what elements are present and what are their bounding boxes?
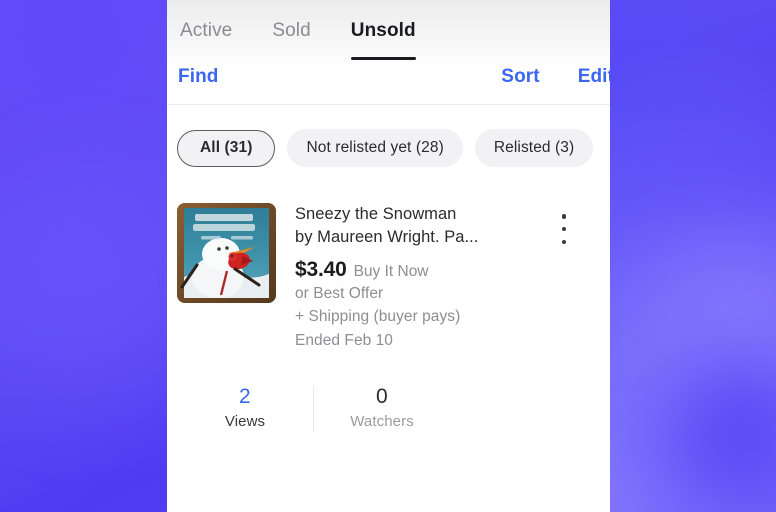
listing-stats-row: 2 Views 0 Watchers xyxy=(167,382,610,436)
filter-chip-all[interactable]: All (31) xyxy=(177,129,276,167)
action-bar-right: Sort Edit xyxy=(463,66,610,88)
kebab-dot-2 xyxy=(561,226,567,232)
stat-watchers[interactable]: 0 Watchers xyxy=(314,382,450,436)
listing-price: $3.40 xyxy=(295,257,347,281)
tab-unsold[interactable]: Unsold xyxy=(350,20,416,60)
listing-title-line-1: Sneezy the Snowman xyxy=(295,205,457,223)
kebab-menu-icon[interactable] xyxy=(553,214,575,244)
stat-watchers-label: Watchers xyxy=(350,413,414,431)
listing-thumbnail[interactable] xyxy=(177,203,276,303)
tab-active[interactable]: Active xyxy=(180,20,232,52)
tab-sold[interactable]: Sold xyxy=(272,20,310,52)
kebab-dot-3 xyxy=(561,239,567,244)
filter-chip-row: All (31) Not relisted yet (28) Relisted … xyxy=(167,105,610,191)
listing-action-bar: Find Sort Edit xyxy=(167,52,610,105)
stat-views-label: Views xyxy=(224,413,266,431)
filter-chip-relisted[interactable]: Relisted (3) xyxy=(474,129,594,167)
stat-views[interactable]: 2 Views xyxy=(177,382,313,436)
phone-screen-panel: Active Sold Unsold Find Sort Edit All (3… xyxy=(167,0,610,512)
stat-views-value: 2 xyxy=(239,385,251,409)
action-bar-left: Find xyxy=(178,66,219,88)
listing-item[interactable]: Sneezy the Snowman by Maureen Wright. Pa… xyxy=(167,191,610,352)
edit-button[interactable]: Edit xyxy=(578,66,610,88)
tab-unsold-label: Unsold xyxy=(350,20,416,41)
listing-title-line-2: by Maureen Wright. Pa... xyxy=(295,227,479,246)
book-cover-image xyxy=(177,203,276,303)
sort-button[interactable]: Sort xyxy=(501,66,539,88)
filter-chip-not-relisted[interactable]: Not relisted yet (28) xyxy=(287,129,463,167)
listing-title[interactable]: Sneezy the Snowman by Maureen Wright. Pa… xyxy=(295,203,558,249)
kebab-dot-1 xyxy=(561,214,567,219)
tab-active-label: Active xyxy=(180,20,233,41)
listings-tabbar: Active Sold Unsold xyxy=(167,0,610,60)
listing-format: Buy It Now xyxy=(353,262,429,280)
stat-watchers-value: 0 xyxy=(376,385,388,409)
listing-best-offer: or Best Offer xyxy=(295,284,384,302)
listing-ended-date: Ended Feb 10 xyxy=(295,331,393,349)
listing-price-line: $3.40 Buy It Now xyxy=(295,258,558,282)
tab-sold-label: Sold xyxy=(272,20,311,41)
find-button[interactable]: Find xyxy=(178,66,219,88)
listing-shipping: + Shipping (buyer pays) xyxy=(295,308,461,326)
